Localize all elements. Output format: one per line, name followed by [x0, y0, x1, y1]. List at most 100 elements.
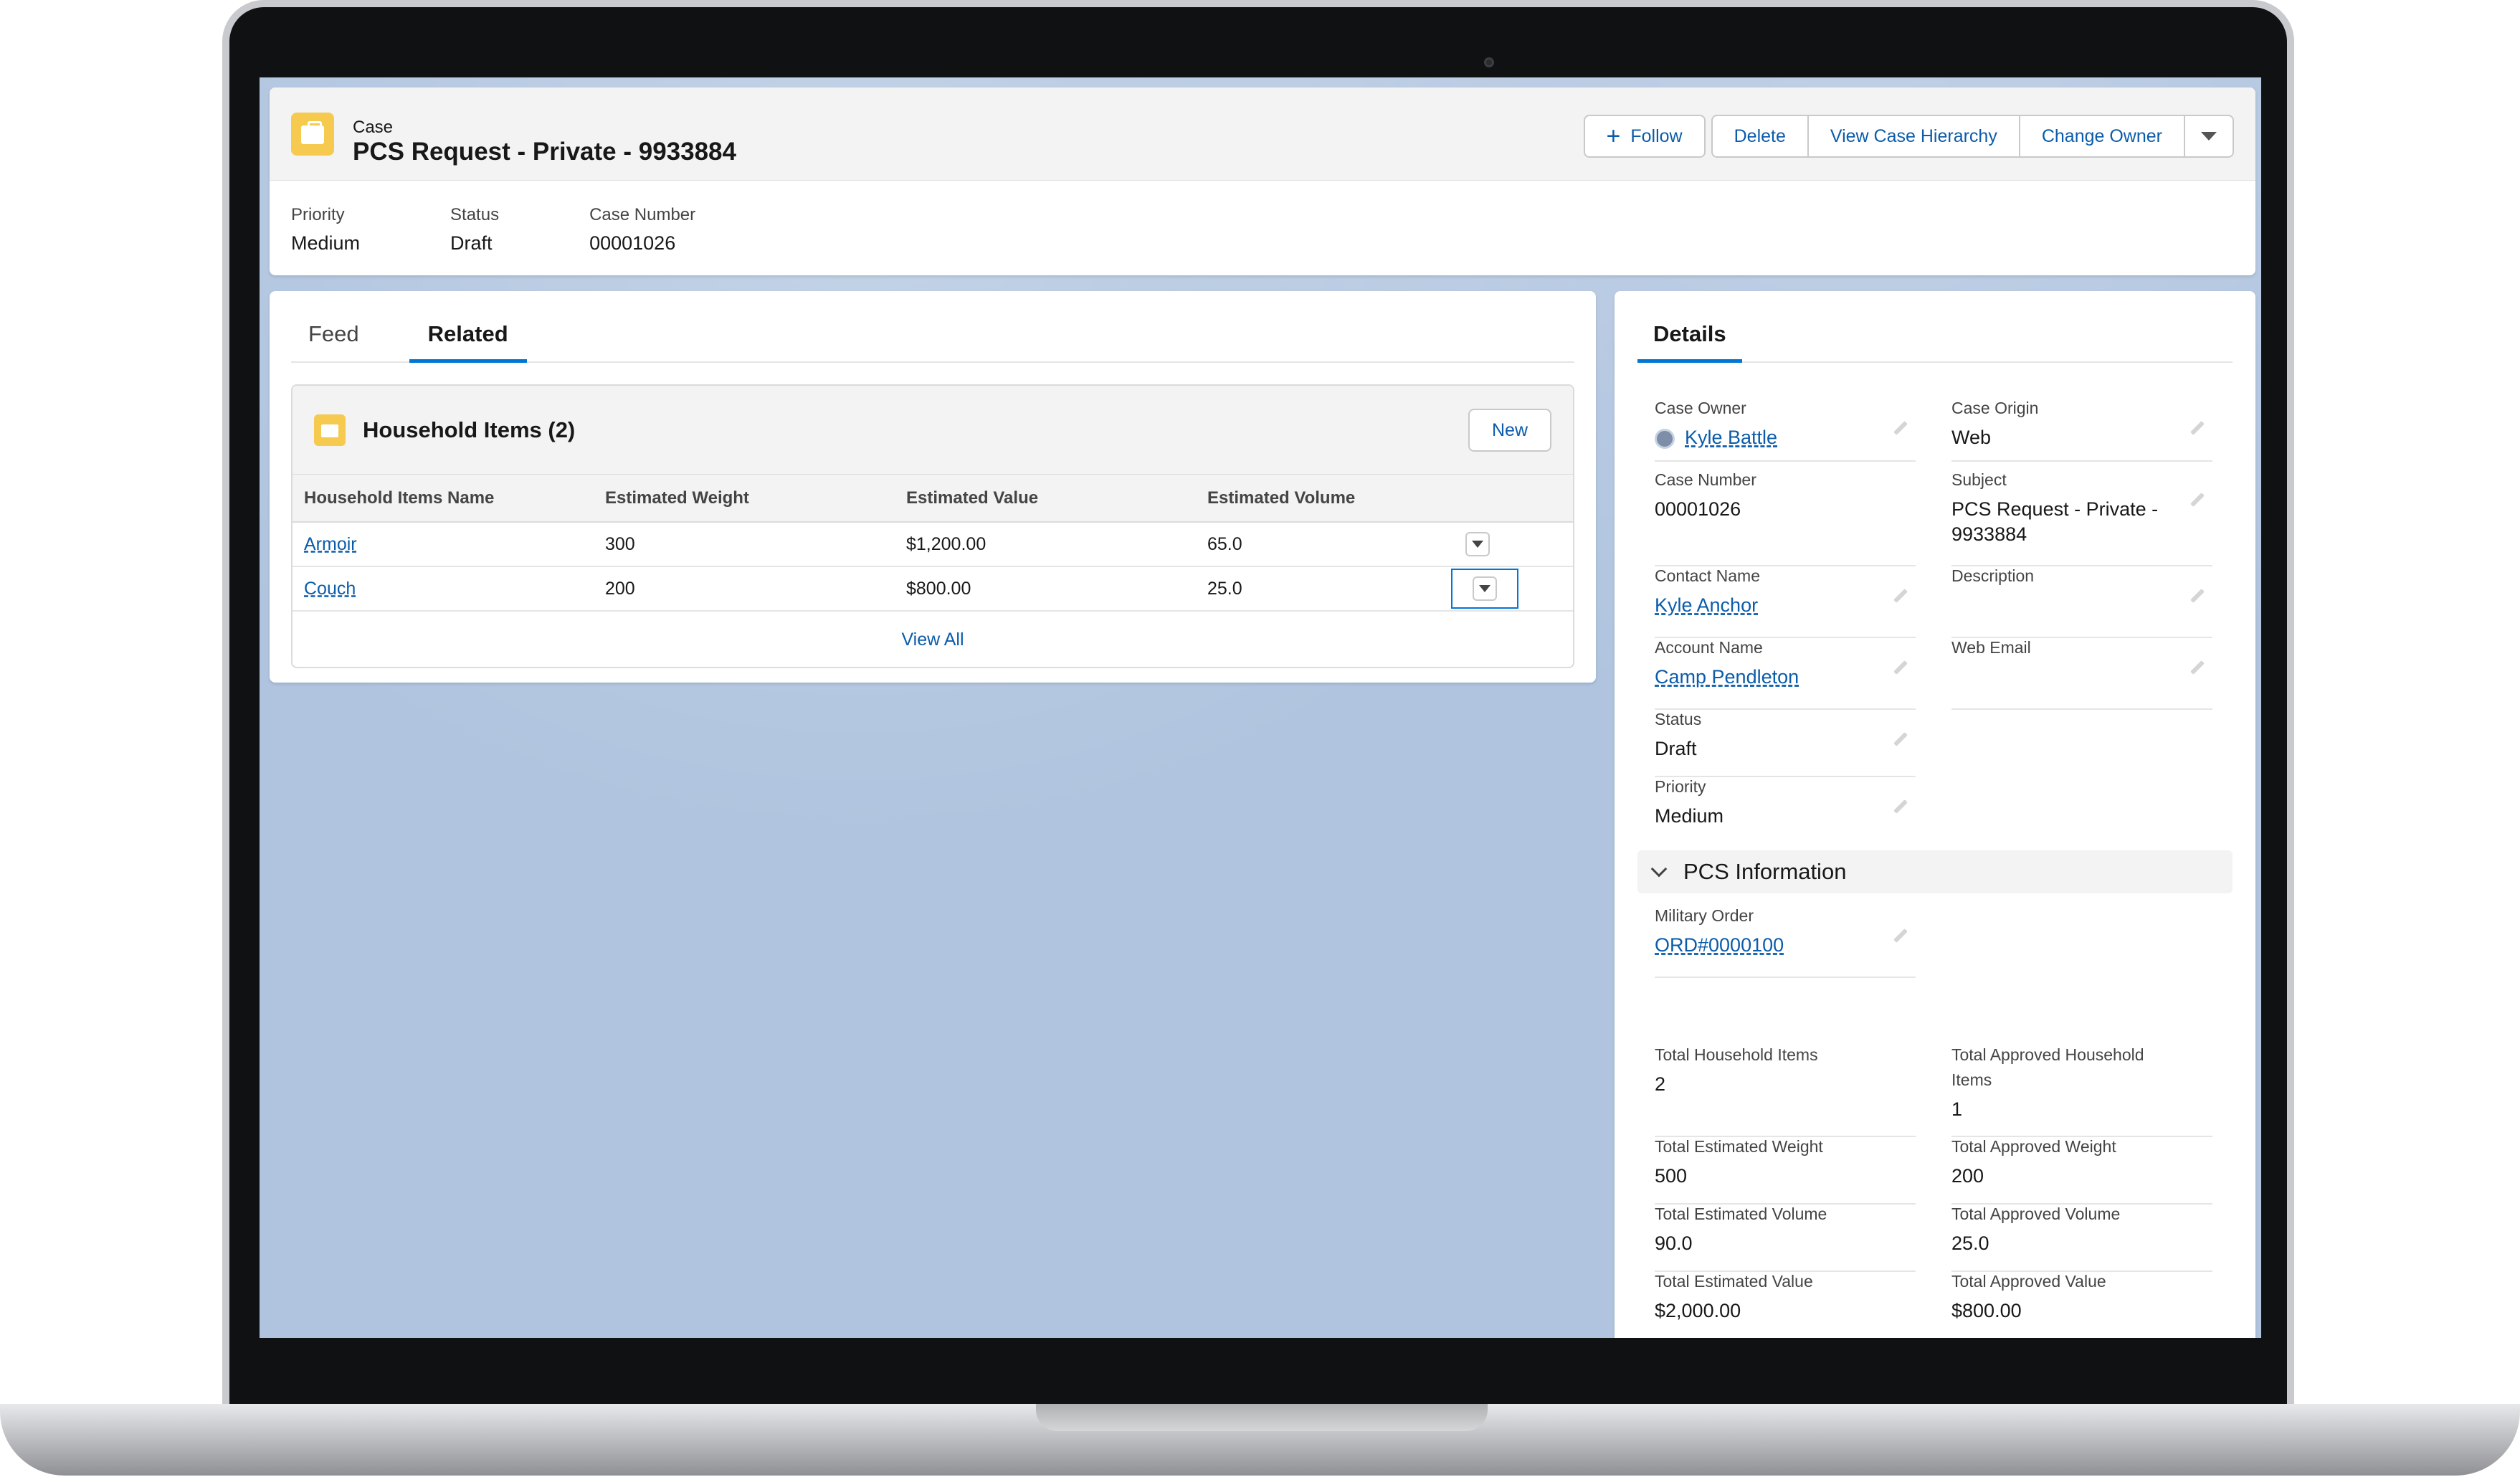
case-owner-link[interactable]: Kyle Battle — [1685, 427, 1777, 448]
field-value: 200 — [1951, 1165, 1984, 1187]
plus-icon: + — [1606, 123, 1621, 150]
field-status: Status Draft — [1655, 710, 1916, 777]
screen: Case PCS Request - Private - 9933884 + F… — [260, 77, 2261, 1338]
tab-details[interactable]: Details — [1637, 320, 1742, 363]
field-value-continued: 9933884 — [1951, 523, 2027, 545]
field-case-origin: Case Origin Web — [1951, 399, 2212, 462]
field-label: Total Estimated Volume — [1655, 1205, 1827, 1223]
field-value: 1 — [1951, 1098, 1963, 1120]
table-row: Couch 200 $800.00 25.0 — [293, 566, 1573, 612]
field-total-estimated-weight: Total Estimated Weight 500 — [1655, 1137, 1916, 1205]
field-label: Total Approved Household — [1951, 1045, 2144, 1064]
highlight-label: Case Number — [589, 205, 696, 224]
field-label: Case Origin — [1951, 399, 2039, 417]
item-link[interactable]: Couch — [304, 579, 356, 599]
view-case-hierarchy-button[interactable]: View Case Hierarchy — [1807, 115, 2020, 158]
view-all-link[interactable]: View All — [293, 612, 1573, 667]
column-header[interactable]: Household Items Name — [293, 475, 594, 523]
field-label: Total Approved Value — [1951, 1272, 2106, 1291]
field-label: Case Owner — [1655, 399, 1746, 417]
column-header-actions — [1454, 475, 1573, 523]
field-value: Web — [1951, 427, 1992, 448]
field-contact-name: Contact Name Kyle Anchor — [1655, 566, 1916, 638]
field-total-estimated-value: Total Estimated Value $2,000.00 — [1655, 1272, 1916, 1338]
field-total-estimated-volume: Total Estimated Volume 90.0 — [1655, 1205, 1916, 1272]
field-label-continued: Items — [1951, 1070, 1992, 1089]
field-label: Total Estimated Weight — [1655, 1137, 1823, 1156]
field-total-approved-volume: Total Approved Volume 25.0 — [1951, 1205, 2212, 1272]
field-value: 2 — [1655, 1073, 1666, 1095]
column-header[interactable]: Estimated Weight — [594, 475, 895, 523]
field-case-owner: Case Owner Kyle Battle — [1655, 399, 1916, 462]
field-value: Kyle Anchor — [1655, 594, 1916, 617]
change-owner-button[interactable]: Change Owner — [2018, 115, 2185, 158]
highlight-priority: Priority Medium — [291, 205, 360, 255]
account-link[interactable]: Camp Pendleton — [1655, 666, 1799, 688]
field-total-household-items: Total Household Items 2 — [1655, 1045, 1916, 1137]
highlight-label: Status — [450, 205, 500, 224]
delete-button[interactable]: Delete — [1711, 115, 1809, 158]
column-header[interactable]: Estimated Volume — [1196, 475, 1454, 523]
table-cell: 65.0 — [1196, 522, 1454, 567]
details-tab-bar: Details — [1637, 320, 2233, 363]
field-label: Total Estimated Value — [1655, 1272, 1813, 1291]
field-value: Kyle Battle — [1655, 427, 1916, 449]
field-label: Total Approved Volume — [1951, 1205, 2121, 1223]
column-header[interactable]: Estimated Value — [895, 475, 1196, 523]
table-cell: $800.00 — [895, 566, 1196, 612]
field-value: ORD#0000100 — [1655, 934, 1916, 956]
edit-pencil-icon[interactable] — [2190, 660, 2205, 675]
field-value: $2,000.00 — [1655, 1300, 1741, 1321]
field-subject: Subject PCS Request - Private - 9933884 — [1951, 470, 2212, 566]
military-order-link[interactable]: ORD#0000100 — [1655, 934, 1784, 956]
related-list-title[interactable]: Household Items (2) — [363, 417, 575, 443]
section-pcs-information[interactable]: PCS Information — [1637, 850, 2233, 893]
field-label: Web Email — [1951, 638, 2031, 657]
tab-related[interactable]: Related — [409, 320, 527, 363]
follow-button[interactable]: + Follow — [1583, 115, 1706, 158]
object-label: Case — [353, 118, 394, 137]
highlight-label: Priority — [291, 205, 345, 224]
household-items-icon — [314, 414, 346, 446]
field-value: 00001026 — [1655, 498, 1741, 520]
field-priority: Priority Medium — [1655, 777, 1916, 845]
highlight-value: Draft — [450, 232, 493, 254]
new-button[interactable]: New — [1468, 409, 1551, 452]
table-row: Armoir 300 $1,200.00 65.0 — [293, 522, 1573, 567]
item-link[interactable]: Armoir — [304, 534, 357, 554]
field-value: PCS Request - Private - — [1951, 498, 2159, 520]
camera-icon — [1484, 57, 1494, 67]
tab-bar: Feed Related — [291, 320, 1574, 363]
household-items-list: Household Items (2) New Household Items … — [291, 384, 1574, 668]
row-actions-focus — [1451, 569, 1518, 609]
avatar-icon — [1655, 428, 1675, 449]
highlight-value: Medium — [291, 232, 361, 254]
table-cell: 25.0 — [1196, 566, 1454, 612]
field-value: Draft — [1655, 738, 1697, 759]
field-label: Priority — [1655, 777, 1706, 796]
field-label: Description — [1951, 566, 2035, 585]
more-actions-button[interactable] — [2184, 115, 2234, 158]
field-label: Total Approved Weight — [1951, 1137, 2116, 1156]
field-label: Case Number — [1655, 470, 1756, 489]
row-actions-button[interactable] — [1465, 532, 1490, 556]
household-items-table: Household Items Name Estimated Weight Es… — [293, 475, 1573, 612]
edit-pencil-icon[interactable] — [2190, 589, 2205, 603]
row-actions-button[interactable] — [1473, 576, 1497, 601]
highlight-status: Status Draft — [450, 205, 499, 255]
chevron-down-icon — [1650, 860, 1668, 878]
action-buttons: + Follow Delete View Case Hierarchy Chan… — [1583, 115, 2234, 158]
follow-label: Follow — [1630, 125, 1683, 146]
table-cell: 200 — [594, 566, 895, 612]
contact-link[interactable]: Kyle Anchor — [1655, 594, 1758, 616]
highlight-value: 00001026 — [589, 232, 676, 254]
table-cell: 300 — [594, 522, 895, 567]
field-label: Account Name — [1655, 638, 1763, 657]
field-label: Military Order — [1655, 906, 1754, 925]
field-label: Subject — [1951, 470, 2007, 489]
tab-feed[interactable]: Feed — [291, 320, 378, 363]
field-case-number: Case Number 00001026 — [1655, 470, 1916, 566]
record-title: PCS Request - Private - 9933884 — [353, 138, 736, 166]
related-list-header: Household Items (2) New — [293, 386, 1573, 475]
chevron-down-icon — [2201, 132, 2217, 141]
